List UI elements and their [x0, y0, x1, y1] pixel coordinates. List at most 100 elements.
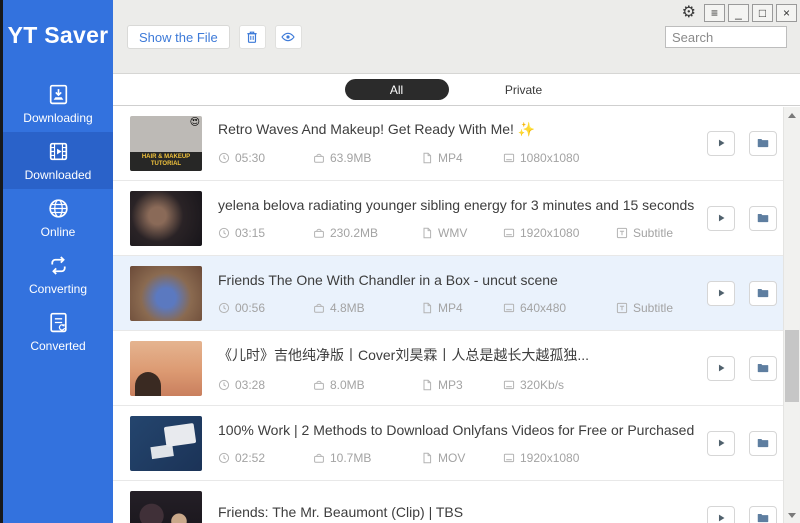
file-icon	[421, 152, 433, 164]
file-size: 63.9MB	[313, 151, 421, 165]
video-row[interactable]: 《儿时》吉他纯净版丨Cover刘昊霖丨人总是越长大越孤独... 03:28 8.…	[113, 331, 783, 406]
video-meta: 03:28 8.0MB MP3 320Kb/s	[218, 378, 697, 392]
sidebar-item-converting[interactable]: Converting	[3, 246, 113, 303]
clock-icon	[218, 302, 230, 314]
minimize-button[interactable]: _	[728, 4, 749, 22]
file-icon	[421, 302, 433, 314]
gear-icon[interactable]: ⚙	[682, 5, 696, 21]
folder-icon	[756, 286, 770, 300]
duration: 05:30	[218, 151, 313, 165]
play-icon	[714, 211, 728, 225]
duration: 02:52	[218, 451, 313, 465]
scrollbar[interactable]	[783, 107, 800, 523]
window-controls: ⚙ ≡ _ □ ×	[682, 4, 797, 22]
resolution-icon	[503, 379, 515, 391]
clock-icon	[218, 152, 230, 164]
clock-icon	[218, 227, 230, 239]
resolution-icon	[503, 152, 515, 164]
file-icon	[421, 452, 433, 464]
video-thumbnail	[130, 191, 202, 246]
video-title: yelena belova radiating younger sibling …	[218, 197, 697, 213]
scroll-down-button[interactable]	[784, 507, 800, 523]
folder-icon	[756, 436, 770, 450]
document-sync-icon	[46, 310, 71, 335]
row-actions	[707, 356, 777, 381]
video-meta: 03:15 230.2MB WMV 1920x1080 Subtitle	[218, 226, 697, 240]
file-format: MOV	[421, 451, 503, 465]
open-folder-button[interactable]	[749, 506, 777, 523]
video-thumbnail: 😍 HAIR & MAKEUP TUTORIAL	[130, 116, 202, 171]
play-button[interactable]	[707, 131, 735, 156]
show-the-file-button[interactable]: Show the File	[127, 25, 230, 49]
file-icon	[421, 227, 433, 239]
resolution: 1920x1080	[503, 226, 616, 240]
file-format: MP4	[421, 301, 503, 315]
subtitle-badge: Subtitle	[616, 226, 673, 240]
app-logo: YT Saver	[3, 0, 113, 49]
duration: 03:15	[218, 226, 313, 240]
search-input[interactable]	[665, 26, 787, 48]
video-thumbnail	[130, 416, 202, 471]
sidebar-item-downloaded[interactable]: Downloaded	[3, 132, 113, 189]
resolution: 640x480	[503, 301, 616, 315]
app-window: YT Saver Downloading Downloaded Online C…	[0, 0, 800, 523]
open-folder-button[interactable]	[749, 431, 777, 456]
preview-button[interactable]	[275, 25, 302, 49]
sidebar-item-label: Downloading	[23, 111, 92, 125]
play-button[interactable]	[707, 281, 735, 306]
open-folder-button[interactable]	[749, 356, 777, 381]
play-button[interactable]	[707, 431, 735, 456]
size-icon	[313, 302, 325, 314]
row-actions	[707, 131, 777, 156]
video-thumbnail	[130, 341, 202, 396]
play-button[interactable]	[707, 206, 735, 231]
download-icon	[46, 82, 71, 107]
video-row[interactable]: 100% Work | 2 Methods to Download Onlyfa…	[113, 406, 783, 481]
video-meta: 05:30 63.9MB MP4 1080x1080	[218, 151, 697, 165]
sidebar-item-converted[interactable]: Converted	[3, 303, 113, 360]
resolution-icon	[503, 227, 515, 239]
play-button[interactable]	[707, 506, 735, 523]
top-toolbar: ⚙ ≡ _ □ × Show the File	[113, 0, 800, 74]
open-folder-button[interactable]	[749, 281, 777, 306]
file-format: WMV	[421, 226, 503, 240]
maximize-button[interactable]: □	[752, 4, 773, 22]
tab-private[interactable]: Private	[479, 83, 569, 97]
sidebar: YT Saver Downloading Downloaded Online C…	[3, 0, 113, 523]
open-folder-button[interactable]	[749, 131, 777, 156]
delete-button[interactable]	[239, 25, 266, 49]
subtitle-icon	[616, 227, 628, 239]
subtitle-badge: Subtitle	[616, 301, 673, 315]
scroll-up-button[interactable]	[784, 107, 800, 123]
open-folder-button[interactable]	[749, 206, 777, 231]
eye-icon	[280, 29, 296, 45]
sidebar-item-online[interactable]: Online	[3, 189, 113, 246]
sidebar-item-downloading[interactable]: Downloading	[3, 75, 113, 132]
play-icon	[714, 286, 728, 300]
duration: 00:56	[218, 301, 313, 315]
tab-all[interactable]: All	[345, 79, 449, 100]
row-actions	[707, 281, 777, 306]
file-size: 8.0MB	[313, 378, 421, 392]
heart-eyes-emoji: 😍	[190, 117, 200, 128]
video-row[interactable]: Friends: The Mr. Beaumont (Clip) | TBS	[113, 481, 783, 523]
subtitle-icon	[616, 302, 628, 314]
resolution: 1920x1080	[503, 451, 616, 465]
video-row[interactable]: Friends The One With Chandler in a Box -…	[113, 256, 783, 331]
play-icon	[714, 511, 728, 523]
video-title: 100% Work | 2 Methods to Download Onlyfa…	[218, 422, 697, 438]
file-format: MP4	[421, 151, 503, 165]
film-icon	[46, 139, 71, 164]
menu-button[interactable]: ≡	[704, 4, 725, 22]
close-button[interactable]: ×	[776, 4, 797, 22]
scrollbar-thumb[interactable]	[785, 330, 799, 402]
size-icon	[313, 227, 325, 239]
chevron-down-icon	[788, 513, 796, 518]
size-icon	[313, 452, 325, 464]
video-row[interactable]: 😍 HAIR & MAKEUP TUTORIAL Retro Waves And…	[113, 106, 783, 181]
size-icon	[313, 379, 325, 391]
play-icon	[714, 361, 728, 375]
play-button[interactable]	[707, 356, 735, 381]
video-row[interactable]: yelena belova radiating younger sibling …	[113, 181, 783, 256]
globe-icon	[46, 196, 71, 221]
